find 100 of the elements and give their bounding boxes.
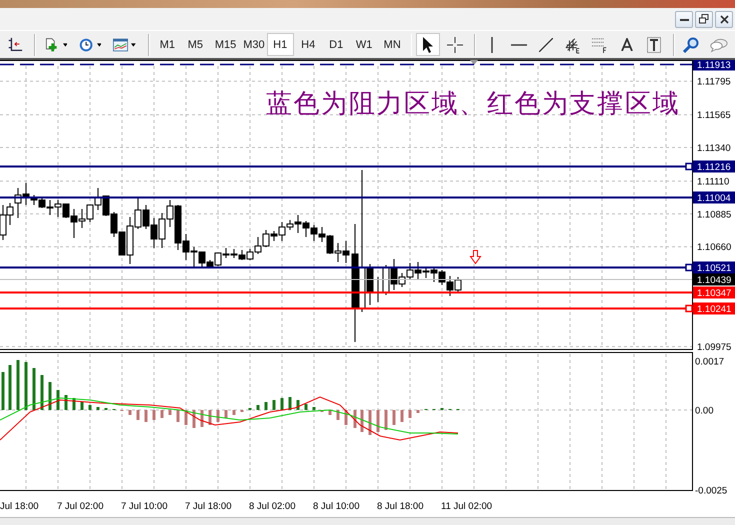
timeframe-button[interactable]: H4 <box>294 33 322 56</box>
caret-icon <box>96 42 102 46</box>
price-axis-label: 1.09975 <box>697 342 732 354</box>
cursor-button[interactable] <box>416 33 440 56</box>
histogram-bar <box>288 397 292 410</box>
price-level-line[interactable]: 1.10241 <box>0 302 735 315</box>
histogram-bar <box>128 410 132 415</box>
histogram-bar <box>296 400 300 410</box>
histogram-bar <box>2 372 4 410</box>
axes-icon <box>7 36 23 54</box>
histogram-bar <box>304 404 308 410</box>
timeframe-button[interactable]: M30 <box>238 33 266 56</box>
horizontal-line-icon <box>511 42 528 46</box>
price-axis-label: 1.11340 <box>697 143 731 154</box>
histogram-bar <box>200 410 204 427</box>
crosshair-icon <box>447 36 464 52</box>
histogram-bar <box>160 410 164 418</box>
histogram-bar <box>264 402 268 410</box>
price-axis-label: 1.10885 <box>697 209 732 220</box>
histogram-bar <box>184 410 188 425</box>
histogram-bar <box>216 410 220 422</box>
histogram-bar <box>208 410 212 425</box>
indicator-axis-label: 0.0017 <box>695 356 724 368</box>
histogram-bar <box>408 410 412 418</box>
timeframe-button[interactable]: M1 <box>154 33 181 56</box>
down-arrow-icon <box>470 250 482 264</box>
time-axis-label: Jul 18:00 <box>0 501 39 512</box>
letter-a-icon <box>621 38 634 51</box>
close-icon <box>720 14 728 24</box>
restore-icon <box>699 14 709 24</box>
price-level-line[interactable]: 1.11004 <box>0 192 735 204</box>
price-level-line[interactable]: 1.10521 <box>0 262 735 274</box>
histogram-bar <box>96 407 100 410</box>
histogram-bar <box>48 382 52 410</box>
vertical-line-icon <box>490 36 494 52</box>
close-button[interactable] <box>715 10 733 28</box>
time-axis-label: 8 Jul 18:00 <box>377 501 424 512</box>
histogram-bar <box>336 410 340 420</box>
time-axis-label: 7 Jul 10:00 <box>121 501 168 512</box>
timeframe-button[interactable]: M15 <box>210 33 238 56</box>
text-label-icon <box>647 36 662 52</box>
histogram-bar <box>224 410 228 418</box>
histogram-bar <box>40 375 44 410</box>
price-axis-label: 1.11565 <box>697 110 731 122</box>
minimize-icon <box>680 18 688 20</box>
histogram-bar <box>368 410 372 435</box>
cursor-icon <box>421 36 436 54</box>
histogram-bar <box>360 410 364 432</box>
histogram-bar <box>72 398 76 410</box>
minimize-button[interactable] <box>675 10 693 28</box>
histogram-bar <box>32 368 36 410</box>
caret-icon <box>131 42 136 46</box>
histogram-bar <box>280 398 284 410</box>
price-level-line[interactable]: 1.11216 <box>0 160 735 173</box>
histogram-bar <box>176 410 180 422</box>
search-icon <box>683 36 700 52</box>
price-axis-label: 1.10660 <box>697 242 732 254</box>
histogram-bar <box>56 390 60 410</box>
diagonal-line-icon <box>539 38 554 52</box>
histogram-bar <box>232 410 236 415</box>
timeframe-button[interactable]: W1 <box>350 33 378 56</box>
histogram-bar <box>400 410 404 422</box>
histogram-bar <box>80 402 84 410</box>
chart-window-icon <box>113 36 128 52</box>
histogram-bar <box>144 410 148 422</box>
histogram-bar <box>64 395 68 410</box>
histogram-bar <box>344 410 348 425</box>
clock-icon <box>79 36 94 54</box>
time-axis-label: 8 Jul 02:00 <box>249 501 296 512</box>
price-level-line[interactable]: 1.10347 <box>0 286 735 299</box>
time-axis-label: 7 Jul 18:00 <box>185 501 232 512</box>
price-level-line[interactable]: 1.11913 <box>0 60 735 71</box>
time-axis-label: 7 Jul 02:00 <box>57 501 104 512</box>
histogram-bar <box>152 410 156 420</box>
restore-button[interactable] <box>695 10 713 28</box>
histogram-bar <box>8 365 12 410</box>
time-axis-label: 8 Jul 10:00 <box>313 501 360 512</box>
indicator-axis-label: 0.00 <box>695 406 714 416</box>
timeframe-button[interactable]: MN <box>378 33 406 56</box>
chart-annotation: 蓝色为阻力区域、红色为支撑区域 <box>266 89 680 118</box>
histogram-bar <box>312 407 316 410</box>
histogram-bar <box>192 410 196 428</box>
price-axis-label: 1.11110 <box>697 176 730 188</box>
caret-icon <box>62 42 68 46</box>
speech-bubbles-icon <box>710 36 728 52</box>
histogram-bar <box>354 410 356 428</box>
dotted-lines-icon <box>592 36 608 54</box>
histogram-bar <box>16 360 20 410</box>
histogram-bar <box>168 410 172 415</box>
histogram-bar <box>256 405 260 410</box>
timeframe-button[interactable]: H1 <box>266 33 294 56</box>
timeframe-button[interactable]: D1 <box>322 33 350 56</box>
histogram-bar <box>24 362 28 410</box>
price-level-line[interactable]: 1.10439 <box>0 274 735 286</box>
time-axis-label: 11 Jul 02:00 <box>441 501 492 512</box>
price-axis-label: 1.11795 <box>697 76 731 88</box>
histogram-bar <box>392 410 396 425</box>
histogram-bar <box>384 410 388 430</box>
histogram-bar <box>88 405 92 410</box>
timeframe-button[interactable]: M5 <box>182 33 209 56</box>
